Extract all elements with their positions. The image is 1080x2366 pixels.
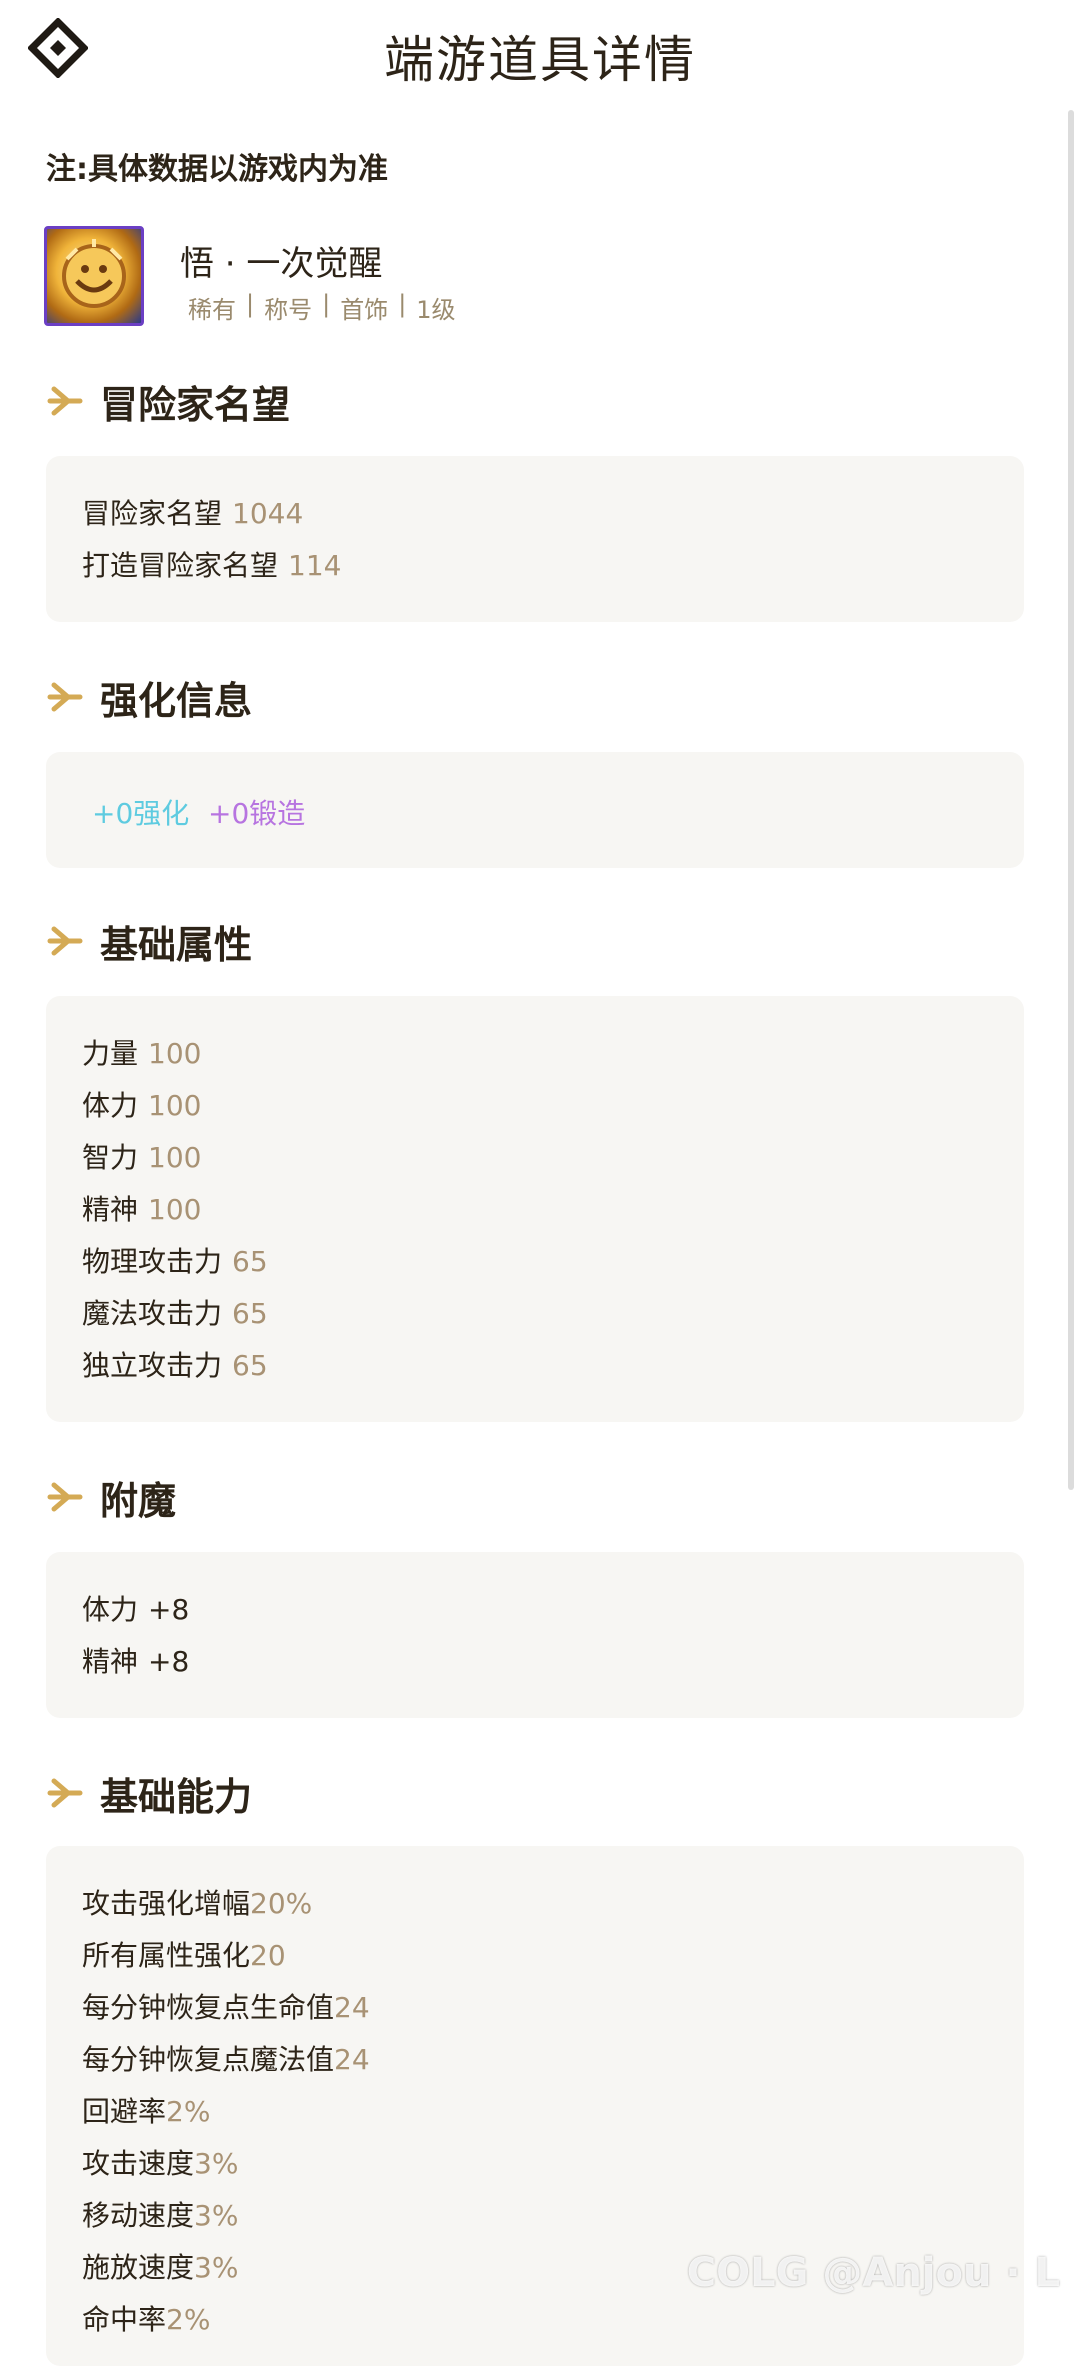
stat-label: 打造冒险家名望 <box>82 549 279 582</box>
stat-row: 体力 100 <box>82 1084 201 1124</box>
section-arrow-icon <box>47 1778 83 1808</box>
stat-label: 智力 <box>82 1141 139 1174</box>
stat-row: 打造冒险家名望 114 <box>82 544 341 584</box>
section-title: 基础属性 <box>100 922 253 967</box>
section-header-enhance: 强化信息 <box>46 672 253 723</box>
stat-row: 精神 +8 <box>82 1640 189 1680</box>
stat-label: 体力 <box>82 1089 139 1122</box>
stat-row: 物理攻击力 65 <box>82 1240 268 1280</box>
item-avatar-icon <box>44 226 144 326</box>
page-title: 端游道具详情 <box>384 31 696 89</box>
stat-label: 每分钟恢复点生命值 <box>82 1991 335 2024</box>
stat-value: 24 <box>334 2043 370 2076</box>
stat-value: 1044 <box>232 497 304 530</box>
tag-separator: | <box>246 290 255 318</box>
section-header-abilities: 基础能力 <box>46 1768 253 1819</box>
stat-label: 回避率 <box>82 2095 167 2128</box>
stat-row: 冒险家名望 1044 <box>82 492 303 532</box>
section-title: 基础能力 <box>100 1774 253 1819</box>
stat-value: 65 <box>232 1245 268 1278</box>
stat-value: 65 <box>232 1297 268 1330</box>
stat-value: 100 <box>148 1037 202 1070</box>
stat-label: 力量 <box>82 1037 139 1070</box>
section-title: 冒险家名望 <box>100 382 291 427</box>
tag-separator: | <box>322 290 331 318</box>
stat-value: 3% <box>194 2251 239 2284</box>
tag-rarity: 稀有 <box>188 296 236 324</box>
section-title: 强化信息 <box>100 678 253 723</box>
stat-value: 20% <box>250 1887 313 1920</box>
stat-row: 每分钟恢复点魔法值24 <box>82 2038 370 2078</box>
section-header-enchant: 附魔 <box>46 1472 177 1523</box>
stat-row: 体力 +8 <box>82 1588 189 1628</box>
stat-label: 每分钟恢复点魔法值 <box>82 2043 335 2076</box>
stat-label: 施放速度 <box>82 2251 195 2284</box>
item-tags: 稀有 | 称号 | 首饰 | 1级 <box>188 290 456 325</box>
stat-row: 所有属性强化20 <box>82 1934 286 1974</box>
enchant-card: 体力 +8 精神 +8 <box>46 1552 1024 1718</box>
tag-type: 称号 <box>264 296 313 324</box>
stat-label: 冒险家名望 <box>82 497 223 530</box>
section-header-base-attrs: 基础属性 <box>46 916 253 967</box>
enhance-card: +0强化 +0锻造 <box>46 752 1024 868</box>
section-arrow-icon <box>47 386 83 416</box>
stat-label: 体力 <box>82 1593 139 1626</box>
stat-label: 精神 <box>82 1193 139 1226</box>
stat-label: 独立攻击力 <box>82 1349 223 1382</box>
stat-label: 命中率 <box>82 2303 167 2336</box>
stat-value: 3% <box>194 2147 239 2180</box>
stat-value: 20 <box>250 1939 286 1972</box>
stat-row: 命中率2% <box>82 2298 210 2338</box>
stat-row: 精神 100 <box>82 1188 201 1228</box>
disclaimer-note: 注:具体数据以游戏内为准 <box>46 152 388 187</box>
section-arrow-icon <box>47 682 83 712</box>
stat-row: 每分钟恢复点生命值24 <box>82 1986 370 2026</box>
stat-row: 攻击强化增幅20% <box>82 1882 312 1922</box>
stat-row: 力量 100 <box>82 1032 201 1072</box>
stat-value: 100 <box>148 1089 202 1122</box>
stat-value: 65 <box>232 1349 268 1382</box>
reinforce-level: +0强化 <box>92 797 190 830</box>
stat-value: +8 <box>148 1645 190 1678</box>
stat-value: 114 <box>288 549 342 582</box>
stat-label: 攻击强化增幅 <box>82 1887 251 1920</box>
section-header-renown: 冒险家名望 <box>46 376 291 427</box>
stat-row: 移动速度3% <box>82 2194 238 2234</box>
stat-label: 移动速度 <box>82 2199 195 2232</box>
stat-row: 独立攻击力 65 <box>82 1344 268 1384</box>
stat-row: 施放速度3% <box>82 2246 238 2286</box>
section-arrow-icon <box>47 1482 83 1512</box>
stat-value: 24 <box>334 1991 370 2024</box>
stat-value: 3% <box>194 2199 239 2232</box>
stat-label: 攻击速度 <box>82 2147 195 2180</box>
forge-level: +0锻造 <box>208 797 306 830</box>
stat-value: +8 <box>148 1593 190 1626</box>
stat-row: 攻击速度3% <box>82 2142 238 2182</box>
tag-level: 1级 <box>416 296 456 324</box>
stat-value: 2% <box>166 2303 211 2336</box>
scrollbar[interactable] <box>1068 110 1074 1490</box>
tag-slot: 首饰 <box>340 296 389 324</box>
stat-row: 回避率2% <box>82 2090 210 2130</box>
stat-row: 智力 100 <box>82 1136 201 1176</box>
stat-label: 所有属性强化 <box>82 1939 251 1972</box>
stat-row: 魔法攻击力 65 <box>82 1292 268 1332</box>
base-attrs-card: 力量 100 体力 100 智力 100 精神 100 物理攻击力 65 魔法攻击力 65 … <box>46 996 1024 1422</box>
renown-card: 冒险家名望 1044 打造冒险家名望 114 <box>46 456 1024 622</box>
stat-label: 魔法攻击力 <box>82 1297 223 1330</box>
watermark: COLG @Anjou · L <box>686 2250 1060 2296</box>
section-arrow-icon <box>47 926 83 956</box>
stat-label: 精神 <box>82 1645 139 1678</box>
stat-value: 2% <box>166 2095 211 2128</box>
section-title: 附魔 <box>100 1478 177 1523</box>
stat-value: 100 <box>148 1193 202 1226</box>
item-name: 悟 · 一次觉醒 <box>180 244 383 284</box>
stat-label: 物理攻击力 <box>82 1245 223 1278</box>
stat-value: 100 <box>148 1141 202 1174</box>
header-bar: 端游道具详情 <box>0 0 1080 100</box>
tag-separator: | <box>398 290 407 318</box>
